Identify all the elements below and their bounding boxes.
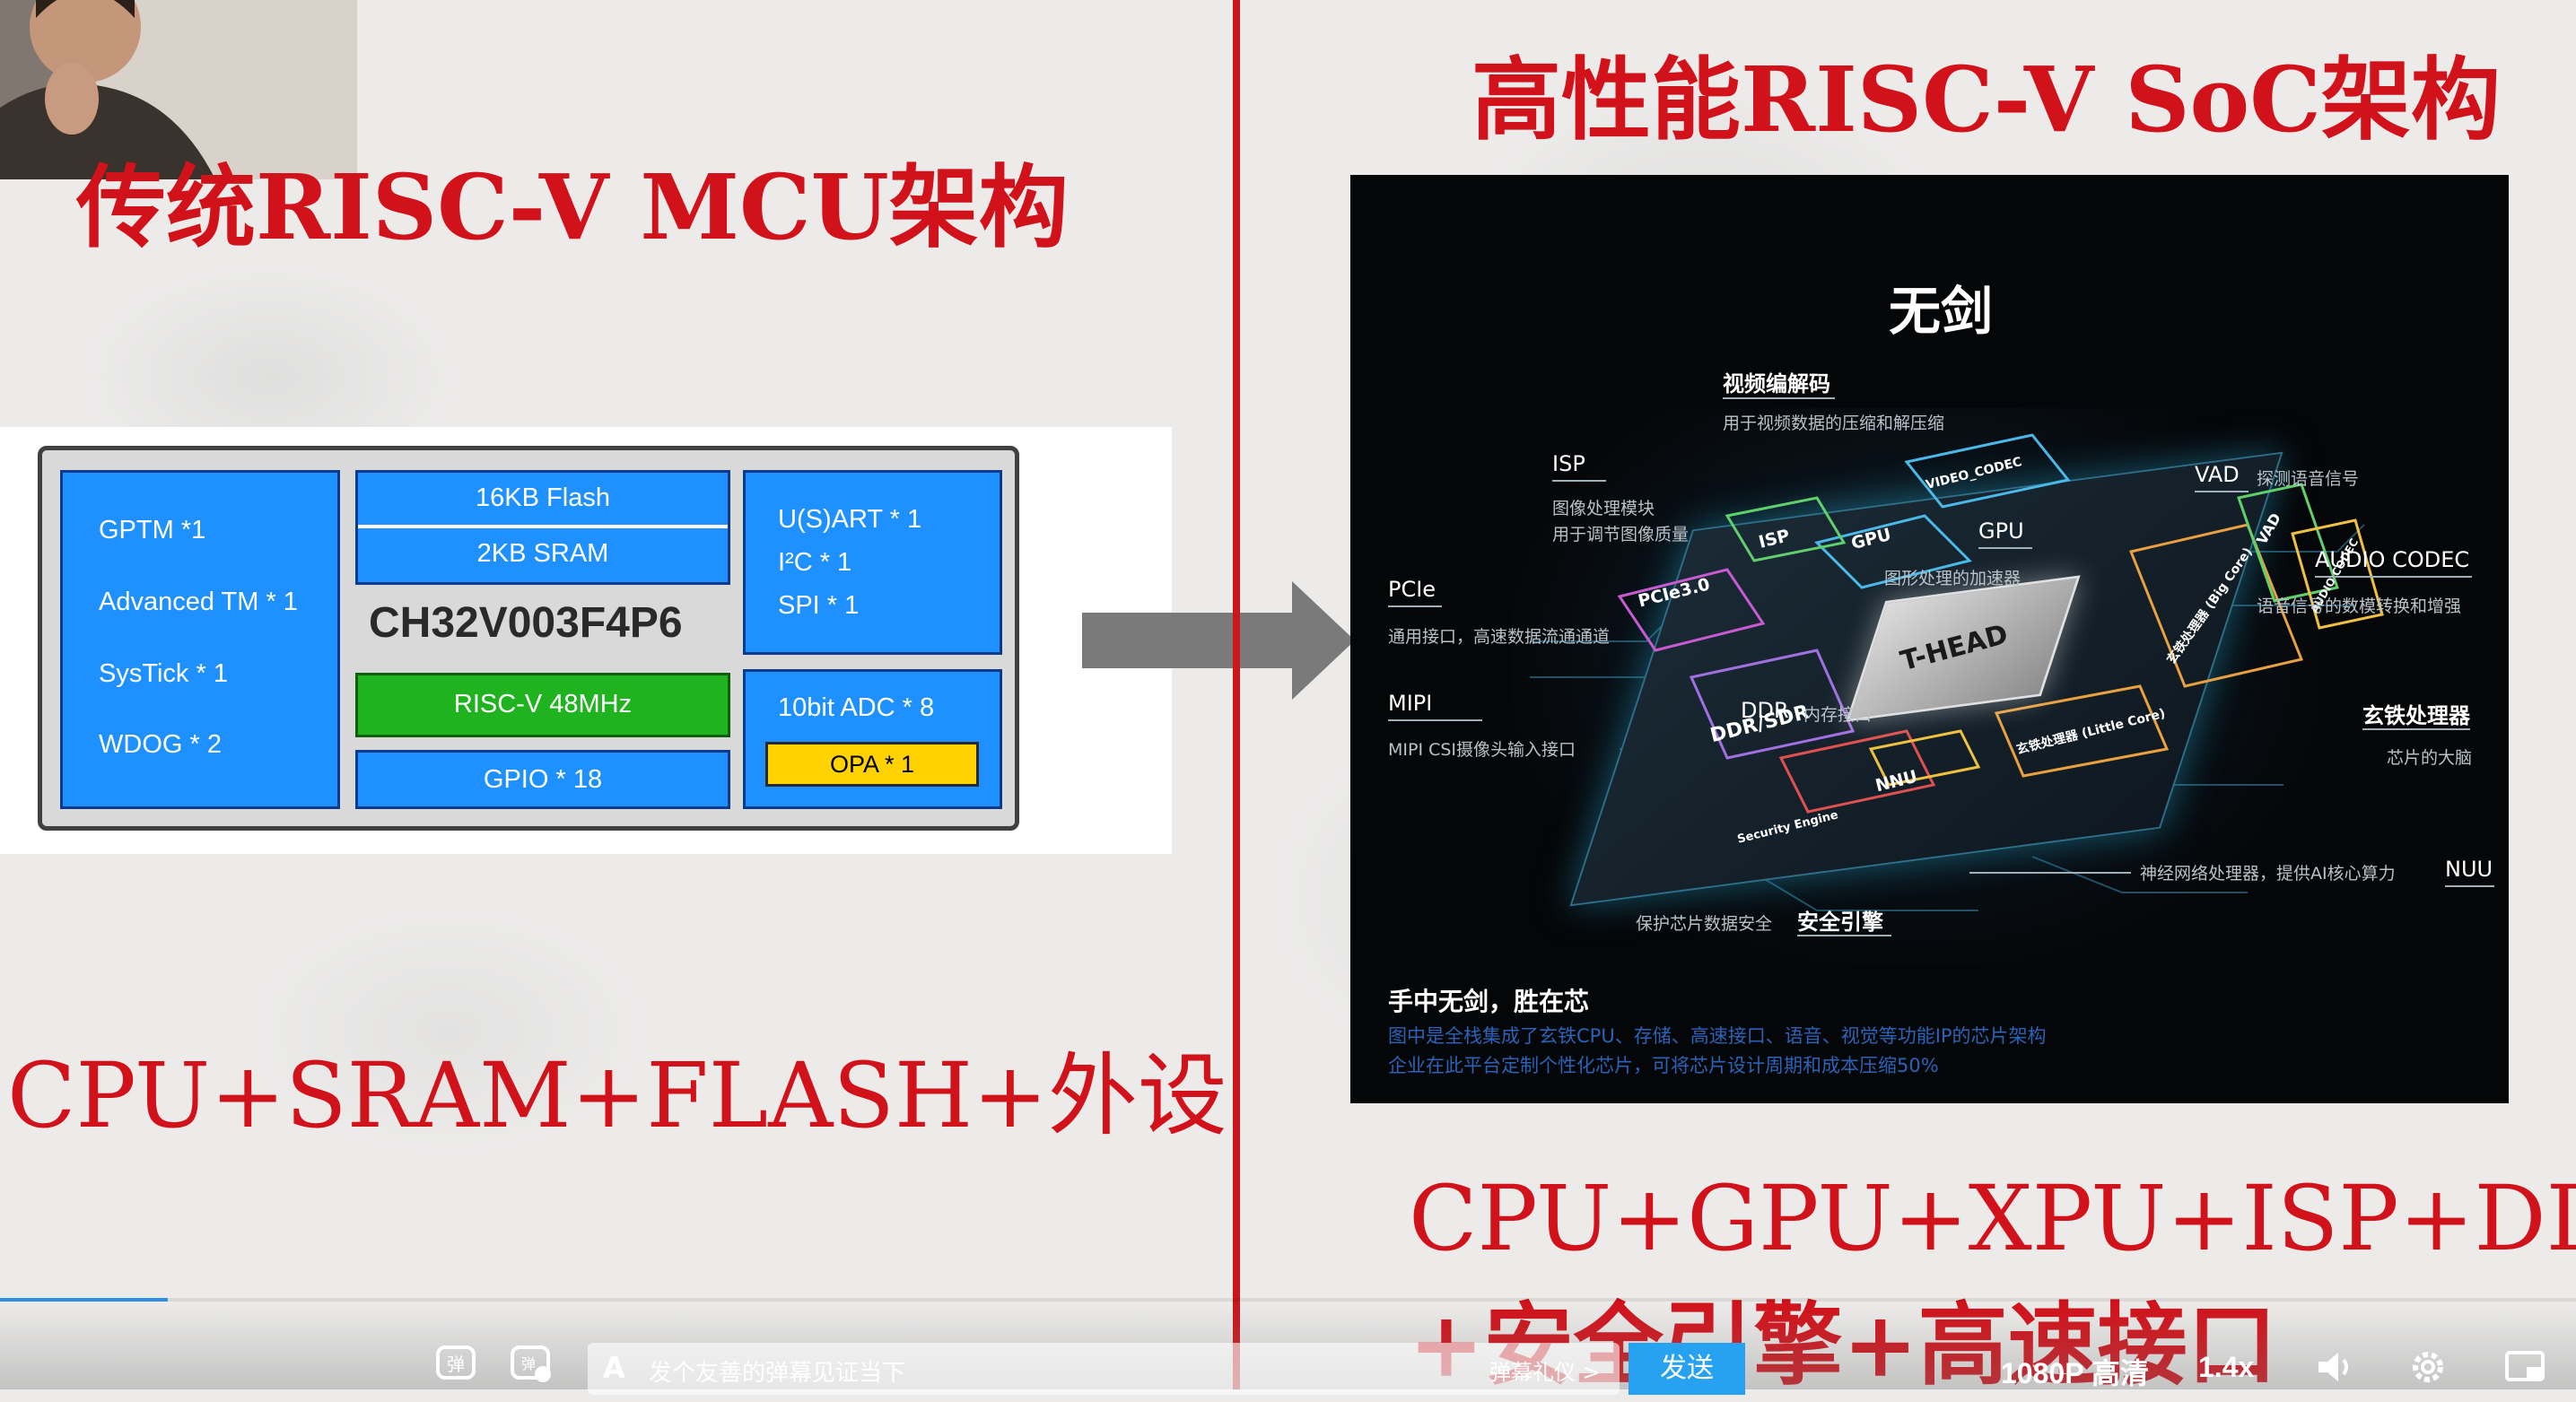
video-codec-desc: 用于视频数据的压缩和解压缩 — [1723, 414, 1945, 433]
audio-codec-label: AUDIO CODEC — [2315, 547, 2470, 572]
mcu-board: GPTM *1 Advanced TM * 1 SysTick * 1 WDOG… — [38, 446, 1019, 831]
right-title: 高性能RISC-V SoC架构 — [1471, 47, 2501, 152]
text-style-icon[interactable]: A — [603, 1351, 625, 1385]
left-title: 传统RISC-V MCU架构 — [76, 154, 1069, 260]
mipi-label: MIPI — [1388, 691, 1433, 716]
memory-block: 16KB Flash 2KB SRAM — [355, 470, 730, 585]
nuu-desc: 神经网络处理器，提供AI核心算力 — [2140, 864, 2396, 884]
vad-label: VAD — [2195, 462, 2240, 487]
flash-label: 16KB Flash — [476, 483, 610, 512]
caption-title: 手中无剑，胜在芯 — [1388, 987, 1590, 1016]
svg-text:弹: 弹 — [521, 1355, 536, 1372]
timer-item: SysTick * 1 — [99, 659, 228, 688]
comms-item: U(S)ART * 1 — [778, 505, 922, 534]
vad-desc: 探测语音信号 — [2257, 469, 2360, 489]
timers-block: GPTM *1 Advanced TM * 1 SysTick * 1 WDOG… — [60, 470, 340, 809]
send-button[interactable]: 发送 — [1629, 1343, 1745, 1395]
cpu-label: RISC-V 48MHz — [453, 690, 633, 718]
danmaku-settings-icon[interactable]: 弹 — [505, 1340, 559, 1397]
progress-fill[interactable] — [0, 1298, 168, 1302]
video-codec-label: 视频编解码 — [1723, 371, 1830, 396]
picture-in-picture-icon[interactable] — [2499, 1345, 2553, 1398]
label-underline — [2362, 728, 2470, 730]
label-underline — [1388, 605, 1442, 607]
isp-desc: 图像处理模块 — [1552, 499, 1655, 518]
settings-gear-icon[interactable] — [2401, 1345, 2455, 1398]
danmaku-toggle-icon[interactable]: 弹 — [431, 1340, 485, 1397]
volume-icon[interactable] — [2308, 1345, 2362, 1398]
gpio-block: GPIO * 18 — [355, 750, 730, 809]
label-underline — [1552, 480, 1606, 482]
cpu-block: RISC-V 48MHz — [355, 673, 730, 737]
chip-name: CH32V003F4P6 — [369, 599, 683, 647]
label-underline — [1978, 547, 2032, 549]
gpio-label: GPIO * 18 — [483, 765, 603, 794]
label-underline — [1797, 935, 1891, 936]
comms-item: I²C * 1 — [778, 548, 852, 577]
timer-item: Advanced TM * 1 — [99, 588, 298, 616]
soc-architecture-image: T-HEAD PCIe3.0 DDR/SDR NNU GPU VIDEO_COD… — [1350, 175, 2509, 1103]
isp-desc: 用于调节图像质量 — [1552, 525, 1690, 544]
security-label: 安全引擎 — [1797, 910, 1883, 935]
memory-divider — [358, 525, 728, 528]
svg-text:弹: 弹 — [447, 1354, 465, 1375]
pcie-desc: 通用接口，高速数据流通通道 — [1388, 627, 1611, 647]
label-underline — [1388, 719, 1482, 721]
mipi-desc: MIPI CSI摄像头输入接口 — [1388, 740, 1576, 760]
label-underline — [2445, 885, 2494, 887]
audio-codec-desc: 语音信号的数模转换和增强 — [2257, 597, 2462, 616]
security-desc: 保护芯片数据安全 — [1636, 914, 1773, 934]
analog-block: 10bit ADC * 8 OPA * 1 — [743, 669, 1002, 809]
quality-selector[interactable]: 1080P 高清 — [2001, 1351, 2149, 1392]
opa-block: OPA * 1 — [765, 742, 979, 787]
arrow-body — [1082, 613, 1301, 668]
xuantie-label: 玄铁处理器 — [2362, 703, 2470, 728]
isp-label: ISP — [1552, 451, 1585, 476]
speed-selector[interactable]: 1.4x — [2198, 1351, 2254, 1384]
arrow-right-icon — [1292, 581, 1355, 700]
ddr-desc: 内存接口 — [1803, 705, 1873, 725]
leader-line — [1969, 872, 2131, 874]
caption-line: 图中是全栈集成了玄铁CPU、存储、高速接口、语音、视觉等功能IP的芯片架构 — [1388, 1025, 2047, 1047]
danmaku-etiquette-link[interactable]: 弹幕礼仪 > — [1489, 1354, 1601, 1386]
progress-track[interactable] — [0, 1298, 2576, 1302]
timer-item: WDOG * 2 — [99, 730, 222, 759]
comms-block: U(S)ART * 1 I²C * 1 SPI * 1 — [743, 470, 1002, 655]
ddr-label: DDR — [1741, 698, 1789, 723]
gpu-desc: 图形处理的加速器 — [1884, 569, 2022, 588]
danmaku-placeholder: 发个友善的弹幕见证当下 — [649, 1360, 906, 1387]
caption-line: 企业在此平台定制个性化芯片，可将芯片设计周期和成本压缩50% — [1388, 1055, 1939, 1076]
center-divider — [1233, 0, 1240, 1389]
left-formula: CPU+SRAM+FLASH+外设 — [7, 1043, 1227, 1148]
label-underline — [1723, 397, 1835, 399]
pcie-label: PCIe — [1388, 577, 1436, 602]
right-formula-line1: CPU+GPU+XPU+ISP+DDR — [1409, 1166, 2576, 1271]
comms-item: SPI * 1 — [778, 591, 860, 620]
timer-item: GPTM *1 — [99, 516, 206, 544]
sram-label: 2KB SRAM — [476, 539, 609, 568]
soc-title: 无剑 — [1889, 281, 1994, 342]
label-underline — [2315, 576, 2472, 578]
nuu-label: NUU — [2445, 857, 2493, 882]
adc-label: 10bit ADC * 8 — [778, 693, 935, 722]
label-underline — [2195, 491, 2249, 492]
gpu-label: GPU — [1978, 518, 2024, 544]
xuantie-desc: 芯片的大脑 — [2387, 748, 2473, 768]
